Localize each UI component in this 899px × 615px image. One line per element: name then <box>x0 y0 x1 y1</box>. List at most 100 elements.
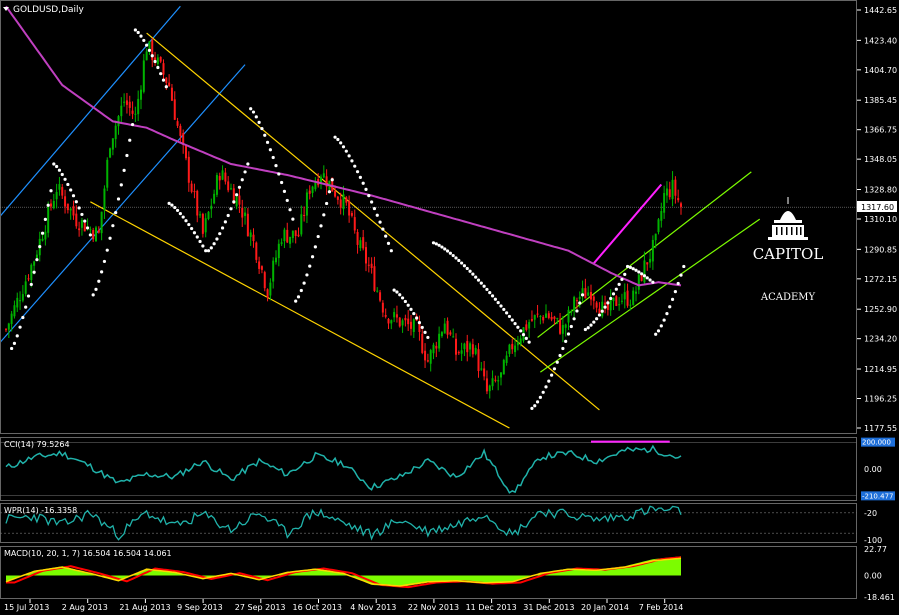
candle-body <box>578 296 581 299</box>
sar-dot <box>440 245 444 249</box>
candle-body <box>75 213 78 227</box>
candle-body <box>452 336 455 338</box>
sar-dot <box>516 325 520 329</box>
sar-dot <box>670 297 675 301</box>
sar-dot <box>423 330 427 334</box>
candle-body <box>573 297 576 311</box>
candle-body <box>483 368 486 377</box>
candle-body <box>190 183 193 192</box>
sar-dot <box>181 215 185 219</box>
sar-dot <box>493 297 497 301</box>
candle-body <box>649 258 652 263</box>
candle-body <box>590 291 592 300</box>
sar-dot <box>24 305 28 309</box>
candle-body <box>238 195 241 205</box>
candle-body <box>280 242 283 244</box>
y-tick-label: 1348.05 <box>864 155 897 164</box>
candle-body <box>491 378 494 387</box>
candle-body <box>514 345 517 353</box>
candle-body <box>410 321 412 329</box>
candle-body <box>643 260 646 283</box>
sar-dot <box>443 247 447 251</box>
candle-body <box>455 338 457 355</box>
sar-dot <box>130 122 135 127</box>
sar-dot <box>111 224 115 228</box>
sar-dot <box>18 325 22 329</box>
candle-body <box>289 236 292 244</box>
candle-body <box>235 196 238 207</box>
candle-body <box>587 292 590 296</box>
sar-dot <box>184 219 188 223</box>
macd-tick-label: 0.00 <box>864 572 882 581</box>
sar-dot <box>535 400 540 404</box>
candle-body <box>320 176 322 183</box>
sar-dot <box>128 138 132 142</box>
sar-dot <box>223 220 227 224</box>
candle-body <box>421 333 424 353</box>
candle-body <box>162 63 165 75</box>
sar-dot <box>595 317 599 321</box>
candle-body <box>440 332 443 337</box>
candle-body <box>460 350 463 354</box>
candle-body <box>381 302 384 313</box>
sar-dot <box>260 126 264 131</box>
candle-body <box>432 344 435 354</box>
candle-body <box>100 211 103 234</box>
sar-dot <box>353 164 357 168</box>
candle-body <box>620 300 623 302</box>
candle-body <box>533 315 536 320</box>
candle-body <box>393 312 396 318</box>
sar-dot <box>43 217 47 222</box>
sar-dot <box>91 293 95 297</box>
candle-body <box>671 179 674 200</box>
candle-body <box>97 230 100 233</box>
sar-dot <box>145 43 149 47</box>
candle-body <box>367 264 370 266</box>
candle-body <box>52 200 55 209</box>
candle-body <box>651 239 654 262</box>
candle-body <box>66 203 69 211</box>
sar-dot <box>490 294 495 298</box>
candle-body <box>131 110 134 114</box>
candle-body <box>173 99 176 120</box>
candle-body <box>516 342 519 346</box>
candle-body <box>550 316 553 320</box>
candle-body <box>117 116 120 127</box>
macd-tick-label: 22.77 <box>864 545 887 554</box>
candle-body <box>395 314 398 318</box>
candle-body <box>213 193 216 204</box>
candle-body <box>604 302 607 305</box>
sar-dot <box>161 78 166 82</box>
sar-dot <box>437 243 441 247</box>
chart-title: GOLDUSD,Daily <box>13 5 85 15</box>
sar-dot <box>280 180 284 185</box>
sar-dot <box>682 264 686 269</box>
sar-dot <box>88 233 92 237</box>
x-tick-label: 11 Dec 2013 <box>466 603 517 612</box>
sar-dot <box>406 303 410 307</box>
candle-body <box>120 105 123 117</box>
sar-dot <box>12 341 17 345</box>
candle-body <box>508 344 511 354</box>
sar-dot <box>566 332 571 336</box>
sar-dot <box>524 336 528 340</box>
candle-body <box>27 278 30 280</box>
candle-body <box>244 212 247 216</box>
candle-body <box>556 318 559 320</box>
current-price-label: 1317.60 <box>861 203 894 212</box>
sar-dot <box>243 170 247 174</box>
candle-body <box>103 188 106 211</box>
candle-body <box>657 219 660 233</box>
sar-dot <box>251 110 256 114</box>
candle-body <box>615 296 618 306</box>
sar-dot <box>679 273 683 277</box>
candle-body <box>598 308 601 314</box>
candle-body <box>342 194 345 210</box>
sar-dot <box>220 226 225 230</box>
candle-body <box>370 263 373 269</box>
wpr-tick-label: -20 <box>864 509 877 518</box>
sar-dot <box>673 290 677 294</box>
sar-dot <box>235 193 239 197</box>
sar-dot <box>147 48 152 52</box>
candle-body <box>145 51 148 61</box>
